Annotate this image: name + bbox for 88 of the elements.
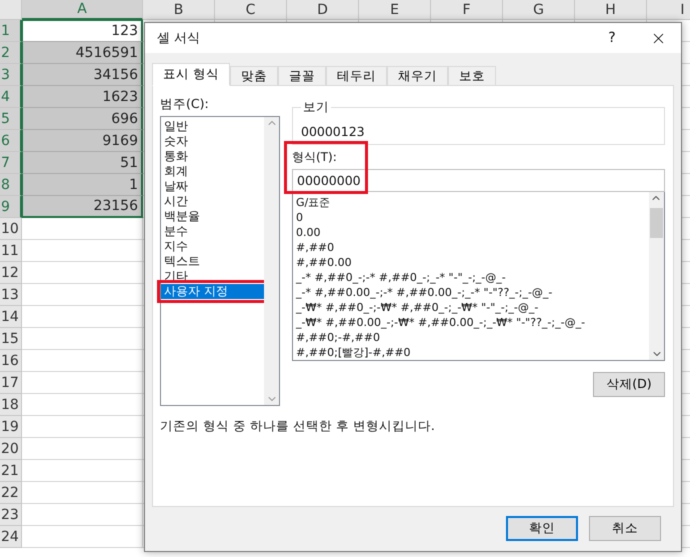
- row-header[interactable]: 12: [0, 262, 22, 284]
- row-header[interactable]: 14: [0, 306, 22, 328]
- scrollbar[interactable]: [264, 117, 279, 405]
- format-input[interactable]: 00000000: [292, 169, 665, 192]
- description-text: 기존의 형식 중 하나를 선택한 후 변형시킵니다.: [160, 418, 436, 435]
- format-item[interactable]: #,##0.00: [296, 255, 649, 270]
- preview-label: 보기: [302, 99, 330, 116]
- table-cell: 696: [22, 108, 143, 130]
- row-header[interactable]: 7: [0, 152, 22, 174]
- row-header[interactable]: 15: [0, 328, 22, 350]
- category-item[interactable]: 분수: [161, 224, 264, 239]
- column-header[interactable]: H: [575, 0, 647, 20]
- table-cell: 4516591: [22, 42, 143, 64]
- category-item[interactable]: 일반: [161, 119, 264, 134]
- row-header[interactable]: 8: [0, 174, 22, 196]
- category-item[interactable]: 기타: [161, 269, 264, 284]
- row-header[interactable]: 10: [0, 218, 22, 240]
- format-list[interactable]: [292, 192, 665, 361]
- table-cell: 123: [22, 20, 143, 42]
- row-header[interactable]: 17: [0, 372, 22, 394]
- format-item[interactable]: _-₩* #,##0_-;-₩* #,##0_-;_-₩* "-"_-;_-@_-: [296, 300, 649, 315]
- delete-button[interactable]: 삭제(D): [593, 372, 665, 397]
- column-header[interactable]: E: [359, 0, 431, 20]
- preview-value: 00000123: [301, 124, 366, 139]
- ok-button[interactable]: 확인: [506, 516, 578, 541]
- category-item[interactable]: 백분율: [161, 209, 264, 224]
- row-header[interactable]: 24: [0, 526, 22, 548]
- category-label: 범주(C):: [160, 96, 210, 113]
- format-item[interactable]: #,##0;[빨강]-#,##0: [296, 345, 649, 360]
- format-item[interactable]: _-* #,##0_-;-* #,##0_-;_-* "-"_-;_-@_-: [296, 270, 649, 285]
- category-item[interactable]: 통화: [161, 149, 264, 164]
- row-header[interactable]: 13: [0, 284, 22, 306]
- select-all-corner[interactable]: [0, 0, 22, 20]
- table-cell: 51: [22, 152, 143, 174]
- row-header[interactable]: 11: [0, 240, 22, 262]
- format-item[interactable]: 0: [296, 210, 649, 225]
- row-header[interactable]: 23: [0, 504, 22, 526]
- category-item[interactable]: 사용자 지정: [161, 284, 264, 299]
- scroll-thumb[interactable]: [650, 208, 663, 238]
- column-header[interactable]: I: [647, 0, 690, 20]
- row-header[interactable]: 20: [0, 438, 22, 460]
- tab[interactable]: 글꼴: [278, 66, 326, 86]
- format-item[interactable]: _-₩* #,##0.00_-;-₩* #,##0.00_-;_-₩* "-"??_-;_-@_-: [296, 315, 649, 330]
- table-cell: 9169: [22, 130, 143, 152]
- tab[interactable]: 맞춤: [230, 66, 278, 86]
- tab[interactable]: 표시 형식: [152, 63, 230, 86]
- table-cell: 1: [22, 174, 143, 196]
- format-item[interactable]: 0.00: [296, 225, 649, 240]
- row-header[interactable]: 5: [0, 108, 22, 130]
- row-header[interactable]: 19: [0, 416, 22, 438]
- cancel-button[interactable]: 취소: [589, 516, 661, 541]
- table-cell: 23156: [22, 196, 143, 218]
- row-header[interactable]: 9: [0, 196, 22, 218]
- column-header[interactable]: D: [287, 0, 359, 20]
- column-header[interactable]: B: [143, 0, 215, 20]
- tab[interactable]: 보호: [448, 66, 496, 86]
- column-header[interactable]: A: [22, 0, 143, 20]
- category-item[interactable]: 시간: [161, 194, 264, 209]
- category-list[interactable]: 일반 숫자 통화 회계 날짜 시간 백분율 분수 지수 텍스트 기타 사용자 지정: [160, 116, 280, 406]
- column-header[interactable]: C: [215, 0, 287, 20]
- format-item[interactable]: #,##0;-#,##0: [296, 330, 649, 345]
- category-item[interactable]: 지수: [161, 239, 264, 254]
- category-item[interactable]: 텍스트: [161, 254, 264, 269]
- row-header[interactable]: 16: [0, 350, 22, 372]
- table-cell: 34156: [22, 64, 143, 86]
- category-item[interactable]: 날짜: [161, 179, 264, 194]
- category-item[interactable]: 숫자: [161, 134, 264, 149]
- row-header[interactable]: 22: [0, 482, 22, 504]
- tab[interactable]: 테두리: [326, 66, 387, 86]
- help-button[interactable]: ?: [589, 30, 635, 46]
- row-header[interactable]: 21: [0, 460, 22, 482]
- scrollbar[interactable]: [649, 192, 664, 360]
- format-label: 형식(T):: [292, 149, 338, 166]
- dialog-title: 셀 서식: [157, 30, 202, 47]
- row-header[interactable]: 3: [0, 64, 22, 86]
- row-header[interactable]: 4: [0, 86, 22, 108]
- format-item[interactable]: G/표준: [296, 195, 649, 210]
- table-cell: 1623: [22, 86, 143, 108]
- tab[interactable]: 채우기: [386, 66, 448, 86]
- column-header[interactable]: G: [503, 0, 575, 20]
- row-header[interactable]: 2: [0, 42, 22, 64]
- format-item[interactable]: #,##0: [296, 240, 649, 255]
- row-header[interactable]: 18: [0, 394, 22, 416]
- format-item[interactable]: _-* #,##0.00_-;-* #,##0.00_-;_-* "-"??_-;_-@_-: [296, 285, 649, 300]
- column-header[interactable]: F: [431, 0, 503, 20]
- row-header[interactable]: 1: [0, 20, 22, 42]
- row-header[interactable]: 6: [0, 130, 22, 152]
- category-item[interactable]: 회계: [161, 164, 264, 179]
